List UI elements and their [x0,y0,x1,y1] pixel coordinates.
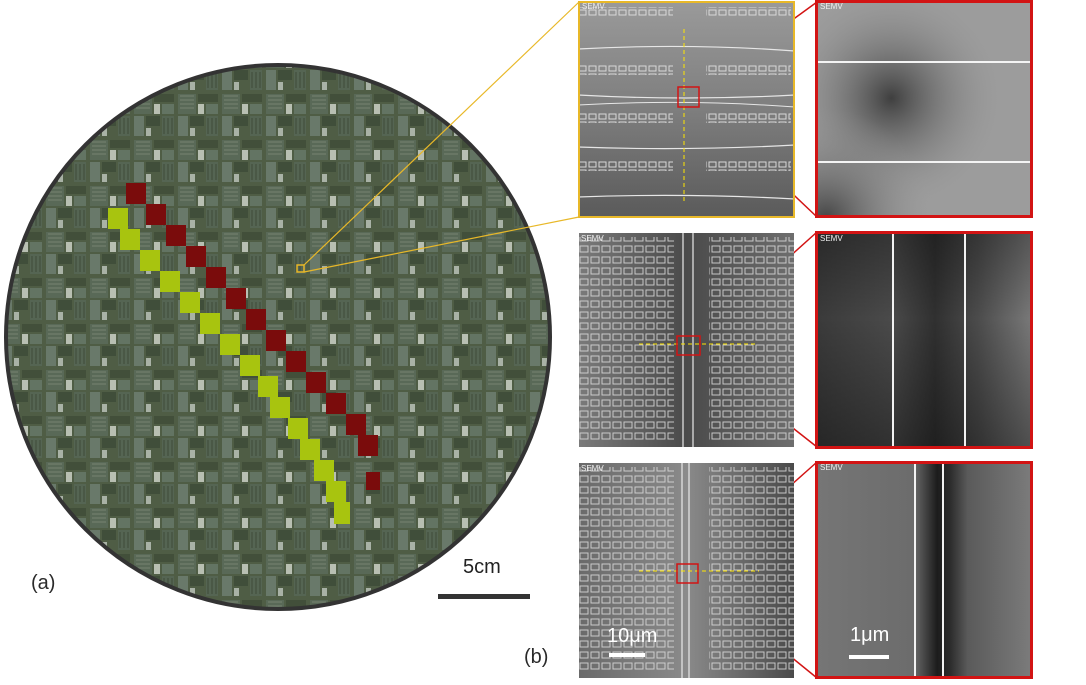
sem-image-row1-zoom [815,0,1033,218]
sem-watermark-5: SEMV [581,464,604,473]
sem-scale-label-1um: 1μm [850,624,890,646]
sem-image-row3-zoom [815,461,1033,679]
sem-image-row1-overview [578,1,795,218]
sem-watermark-6: SEMV [820,463,843,472]
sem-watermark-4: SEMV [820,234,843,243]
sem-watermark-2: SEMV [820,2,843,11]
sem-image-row2-overview [579,233,794,447]
sem-image-row2-zoom [815,231,1033,449]
sem-watermark-3: SEMV [581,234,604,243]
sem-scale-label-10um: 10μm [607,625,658,647]
sem-watermark-1: SEMV [582,2,605,11]
